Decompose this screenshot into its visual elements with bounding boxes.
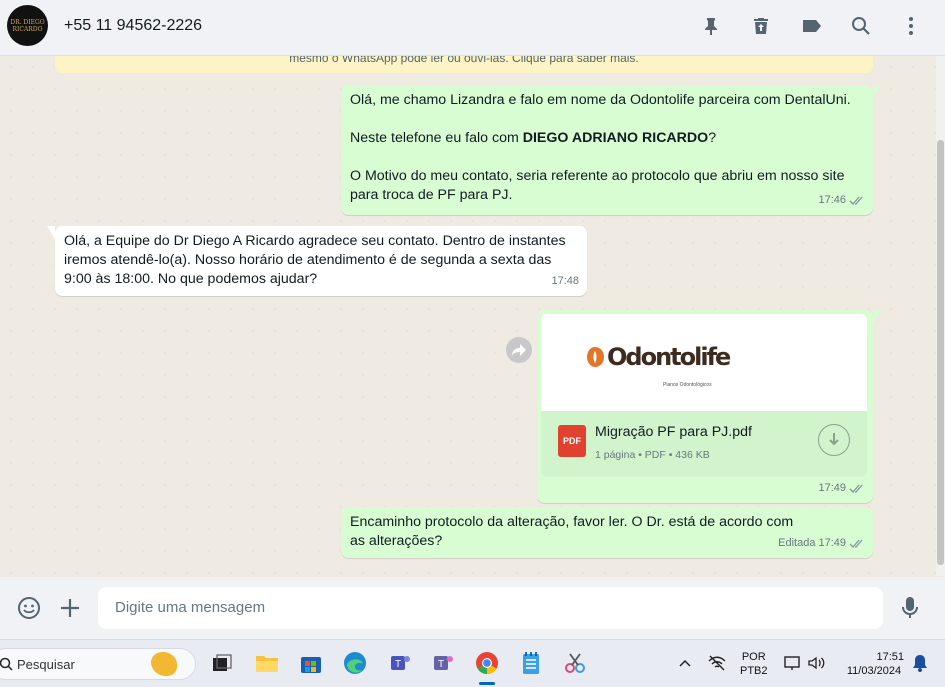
message-meta: 17:48 (551, 272, 579, 291)
bubble-tail (47, 226, 55, 239)
double-check-icon (849, 484, 863, 493)
file-meta: 1 página • PDF • 436 KB (595, 449, 710, 461)
message-text: Neste telefone eu falo com DIEGO ADRIANO… (350, 130, 717, 146)
composer: Digite uma mensagem (0, 577, 945, 639)
pin-icon[interactable] (699, 14, 723, 38)
svg-text:T: T (395, 659, 401, 670)
message-text: Olá, a Equipe do Dr Diego A Ricardo agra… (64, 233, 566, 287)
logo-text: Odontolife (607, 342, 731, 371)
svg-text:T: T (438, 659, 444, 670)
bubble-tail (873, 85, 881, 98)
attach-plus-icon[interactable] (59, 597, 81, 624)
chrome-icon[interactable] (474, 650, 500, 676)
search-icon (0, 657, 13, 671)
snipping-tool-icon[interactable] (562, 650, 588, 676)
network-off-icon[interactable] (704, 650, 730, 676)
download-icon[interactable] (818, 424, 850, 456)
message-time: 17:46 (818, 194, 846, 206)
document-bar[interactable]: PDF Migração PF para PJ.pdf 1 página • P… (541, 411, 867, 477)
outgoing-message[interactable]: Encaminho protocolo da alteração, favor … (341, 507, 873, 558)
message-meta: 17:49 (818, 479, 865, 498)
message-meta: Editada 17:49 (778, 534, 865, 553)
search-icon[interactable] (849, 14, 873, 38)
taskbar-search-label: Pesquisar (17, 657, 75, 672)
chevron-up-icon[interactable] (672, 650, 698, 676)
avatar-text: DR. DIEGO RICARDO (10, 18, 45, 33)
message-text: O Motivo do meu contato, seria referente… (350, 168, 845, 203)
message-input[interactable]: Digite uma mensagem (98, 587, 883, 629)
emoji-icon[interactable] (17, 596, 41, 625)
clock[interactable]: 17:51 11/03/2024 (838, 650, 910, 678)
search-highlight-icon (151, 652, 177, 676)
double-check-icon (849, 539, 863, 548)
contact-name[interactable]: +55 11 94562-2226 (64, 17, 202, 35)
volume-icon[interactable] (804, 650, 830, 676)
windows-taskbar: Pesquisar T T POR PTB2 17:51 11/03/2024 (0, 639, 945, 687)
forward-icon[interactable] (506, 337, 532, 363)
input-language[interactable]: POR PTB2 (740, 650, 768, 678)
file-explorer-icon[interactable] (254, 650, 280, 676)
outgoing-document-message[interactable]: Odontolife Planos Odontológicos PDF Migr… (537, 310, 881, 503)
delete-icon[interactable] (749, 14, 773, 38)
teams-work-icon[interactable]: T (430, 650, 456, 676)
chat-header: DR. DIEGO RICARDO +55 11 94562-2226 (0, 0, 945, 56)
logo-subtitle: Planos Odontológicos (663, 382, 712, 388)
encryption-notice[interactable]: mesmo o WhatsApp pode ler ou ouvi-las. C… (55, 56, 873, 73)
file-name: Migração PF para PJ.pdf (595, 424, 752, 440)
bubble-tail (873, 310, 881, 323)
incoming-message[interactable]: Olá, a Equipe do Dr Diego A Ricardo agra… (47, 226, 587, 296)
message-time: 17:49 (818, 537, 846, 549)
double-check-icon (849, 196, 863, 205)
message-input-placeholder: Digite uma mensagem (115, 599, 266, 616)
odontolife-logo: Odontolife (585, 342, 731, 371)
pdf-file-icon: PDF (558, 425, 586, 457)
display-icon[interactable] (780, 650, 806, 676)
edited-label: Editada (778, 537, 816, 549)
teams-icon[interactable]: T (386, 650, 412, 676)
avatar[interactable]: DR. DIEGO RICARDO (7, 5, 48, 46)
scrollbar-thumb[interactable] (937, 140, 944, 565)
notification-bell-icon[interactable] (907, 650, 933, 676)
task-view-icon[interactable] (209, 650, 235, 676)
chat-area[interactable]: mesmo o WhatsApp pode ler ou ouvi-las. C… (0, 56, 936, 576)
microphone-icon[interactable] (901, 596, 919, 625)
notepad-icon[interactable] (518, 650, 544, 676)
edge-browser-icon[interactable] (342, 650, 368, 676)
label-icon[interactable] (800, 14, 824, 38)
menu-icon[interactable] (899, 14, 923, 38)
message-meta: 17:46 (818, 191, 865, 210)
message-time: 17:49 (818, 482, 846, 494)
microsoft-store-icon[interactable] (298, 650, 324, 676)
taskbar-search[interactable]: Pesquisar (0, 648, 196, 680)
message-time: 17:48 (551, 275, 579, 287)
document-preview[interactable]: Odontolife Planos Odontológicos (541, 314, 867, 411)
outgoing-message[interactable]: Olá, me chamo Lizandra e falo em nome da… (341, 85, 881, 215)
taskbar-active-indicator (479, 682, 495, 685)
message-text: Olá, me chamo Lizandra e falo em nome da… (350, 92, 851, 108)
